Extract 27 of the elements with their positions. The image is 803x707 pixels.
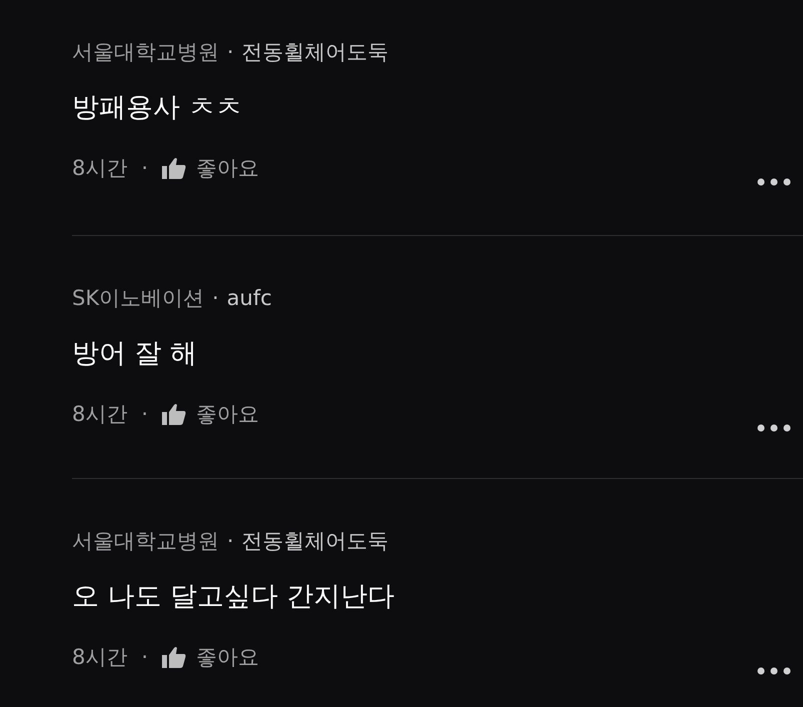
separator-dot: ·	[141, 644, 148, 671]
author-name[interactable]: aufc	[226, 284, 272, 312]
like-button[interactable]: 좋아요	[162, 643, 260, 671]
comment-text: 방어 잘 해	[72, 338, 198, 369]
thumbs-up-icon	[162, 646, 186, 668]
comment-time: 8시간	[72, 644, 128, 671]
company-name: SK이노베이션	[72, 285, 204, 312]
thumbs-up-icon	[162, 403, 186, 425]
company-name: 서울대학교병원	[72, 528, 219, 555]
comment-text: 방패용사 ㅊㅊ	[72, 92, 243, 123]
more-options-icon[interactable]	[757, 667, 791, 675]
comment-text: 오 나도 달고싶다 간지난다	[72, 581, 395, 612]
author-name[interactable]: 전동휠체어도둑	[242, 38, 389, 66]
company-name: 서울대학교병원	[72, 39, 219, 66]
like-button[interactable]: 좋아요	[162, 154, 260, 182]
separator-dot: ·	[141, 401, 148, 428]
more-options-icon[interactable]	[757, 178, 791, 186]
author-name[interactable]: 전동휠체어도둑	[242, 527, 389, 555]
separator-dot: ·	[227, 39, 234, 66]
comment-time: 8시간	[72, 155, 128, 182]
thumbs-up-icon	[162, 157, 186, 179]
comment-time: 8시간	[72, 401, 128, 428]
separator-dot: ·	[227, 528, 234, 555]
more-options-icon[interactable]	[757, 424, 791, 432]
separator-dot: ·	[141, 155, 148, 182]
separator-dot: ·	[212, 285, 219, 312]
like-button[interactable]: 좋아요	[162, 400, 260, 428]
